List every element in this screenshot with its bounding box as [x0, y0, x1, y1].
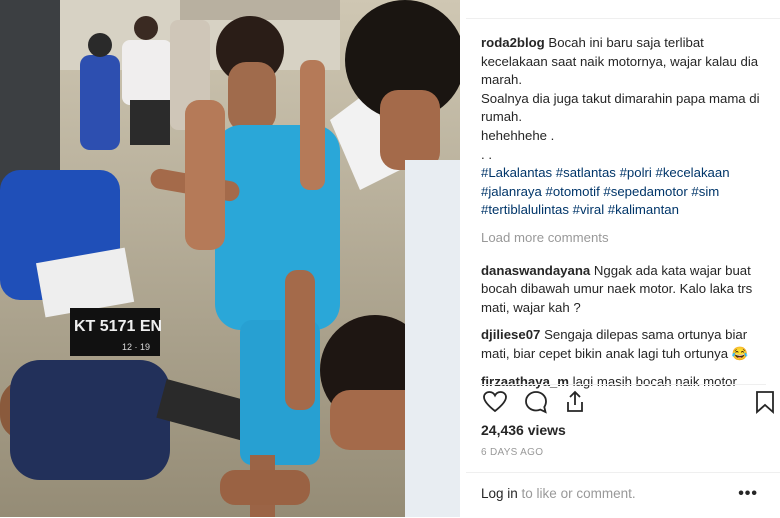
login-prompt: Log in to like or comment.	[481, 486, 636, 501]
action-bar	[480, 384, 774, 419]
caption-username[interactable]: roda2blog	[481, 35, 545, 50]
comment-username[interactable]: djiliese07	[481, 327, 540, 342]
login-link[interactable]: Log in	[481, 486, 518, 501]
caption-hashtags[interactable]: #Lakalantas #satlantas #polri #kecelakaa…	[481, 165, 730, 217]
post-sidebar: roda2blog Bocah ini baru saja terlibat k…	[466, 0, 780, 517]
caption-line-3: hehehhehe .	[481, 127, 555, 143]
login-prompt-text: to like or comment.	[517, 486, 636, 501]
views-count[interactable]: 24,436 views	[481, 422, 566, 438]
login-bar: Log in to like or comment. •••	[466, 472, 780, 518]
comments-section: roda2blog Bocah ini baru saja terlibat k…	[481, 34, 766, 400]
post-video[interactable]: KT 5171 EN 12 · 19	[0, 0, 460, 517]
bookmark-icon[interactable]	[752, 389, 778, 415]
comment-item: danaswandayana Nggak ada kata wajar buat…	[481, 262, 766, 318]
comment-item: djiliese07 Sengaja dilepas sama ortunya …	[481, 326, 766, 363]
more-options-icon[interactable]: •••	[738, 485, 758, 503]
caption-line-2: Soalnya dia juga takut dimarahin papa ma…	[481, 90, 760, 125]
video-frame: KT 5171 EN 12 · 19	[0, 0, 460, 517]
license-plate-sub: 12 · 19	[122, 342, 150, 352]
comment-username[interactable]: danaswandayana	[481, 263, 590, 278]
comment-bubble-icon[interactable]	[523, 389, 549, 415]
heart-icon[interactable]	[482, 389, 508, 415]
caption-line-4: . .	[481, 146, 492, 162]
license-plate-text: KT 5171 EN	[74, 318, 162, 335]
caption: roda2blog Bocah ini baru saja terlibat k…	[481, 34, 766, 220]
load-more-comments[interactable]: Load more comments	[481, 229, 766, 248]
header-divider	[466, 18, 780, 19]
post-date[interactable]: 6 DAYS AGO	[481, 447, 543, 458]
share-icon[interactable]	[562, 389, 588, 415]
